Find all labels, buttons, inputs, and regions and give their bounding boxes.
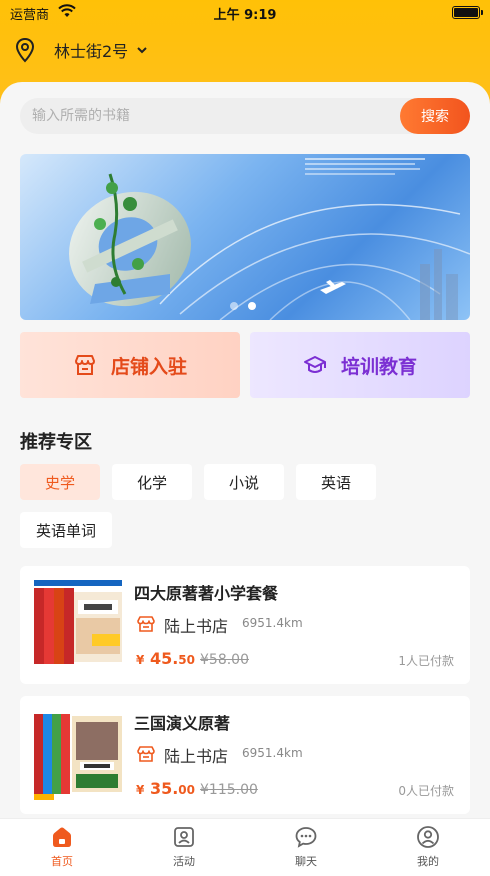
category-chip-history[interactable]: 史学 bbox=[20, 464, 100, 500]
location-selector[interactable]: 林士街2号 bbox=[14, 36, 148, 64]
price-integer: 45. bbox=[149, 649, 179, 668]
banner-image bbox=[69, 158, 470, 320]
price-decimal: 00 bbox=[178, 783, 195, 797]
tab-profile[interactable]: 我的 bbox=[388, 825, 468, 873]
shop-icon bbox=[137, 616, 155, 632]
chat-icon bbox=[295, 827, 317, 848]
training-entry-button[interactable]: 培训教育 bbox=[250, 332, 470, 398]
book-title: 四大原著著小学套餐 bbox=[134, 584, 279, 603]
price-integer: 35. bbox=[149, 779, 179, 798]
tab-profile-label: 我的 bbox=[417, 855, 439, 868]
tab-home-label: 首页 bbox=[51, 855, 73, 868]
graduation-cap-icon bbox=[303, 356, 326, 373]
tab-activity[interactable]: 活动 bbox=[144, 825, 224, 873]
book-card[interactable]: 四大原著著小学套餐 陆上书店 6951.4km ¥ 45.50 ¥58.00 1… bbox=[20, 566, 470, 684]
book-cover-image bbox=[32, 578, 124, 672]
search-button[interactable]: 搜索 bbox=[400, 98, 470, 134]
price-symbol: ¥ bbox=[136, 783, 145, 797]
distance-label: 6951.4km bbox=[242, 746, 303, 760]
original-price: ¥58.00 bbox=[200, 652, 249, 668]
store-icon bbox=[74, 355, 95, 375]
status-time: 上午 9:19 bbox=[213, 8, 277, 23]
search-bar: 搜索 bbox=[20, 98, 470, 134]
banner-dot[interactable] bbox=[230, 302, 238, 310]
store-entry-label: 店铺入驻 bbox=[110, 355, 187, 378]
category-chip-english-words[interactable]: 英语单词 bbox=[20, 512, 112, 548]
tab-activity-label: 活动 bbox=[173, 855, 195, 868]
tab-chat-label: 聊天 bbox=[295, 855, 317, 868]
location-text: 林士街2号 bbox=[54, 42, 129, 61]
home-icon bbox=[53, 827, 71, 847]
battery-icon bbox=[452, 6, 483, 19]
paid-count: 0人已付款 bbox=[398, 784, 454, 798]
shop-name: 陆上书店 bbox=[164, 617, 229, 636]
section-title: 推荐专区 bbox=[20, 432, 92, 453]
original-price: ¥115.00 bbox=[200, 782, 258, 798]
store-entry-button[interactable]: 店铺入驻 bbox=[20, 332, 240, 398]
banner-pagination bbox=[230, 302, 256, 310]
category-chip-novel[interactable]: 小说 bbox=[204, 464, 284, 500]
shop-name: 陆上书店 bbox=[164, 747, 229, 766]
activity-icon bbox=[174, 827, 194, 847]
search-input[interactable] bbox=[20, 98, 390, 134]
price-decimal: 50 bbox=[178, 653, 195, 667]
banner-dot-active[interactable] bbox=[248, 302, 256, 310]
price-symbol: ¥ bbox=[136, 653, 145, 667]
distance-label: 6951.4km bbox=[242, 616, 303, 630]
price: ¥ 45.50 bbox=[136, 649, 195, 668]
status-bar: 运营商 上午 9:19 bbox=[0, 0, 490, 26]
category-chip-chemistry[interactable]: 化学 bbox=[112, 464, 192, 500]
banner-carousel[interactable] bbox=[20, 154, 470, 320]
location-pin-icon bbox=[15, 37, 35, 63]
bottom-tab-bar: 首页 活动 聊天 我的 bbox=[0, 818, 490, 876]
training-entry-label: 培训教育 bbox=[340, 355, 417, 378]
book-cover-image bbox=[32, 708, 124, 802]
book-title: 三国演义原著 bbox=[134, 714, 231, 733]
tab-chat[interactable]: 聊天 bbox=[266, 825, 346, 873]
profile-icon bbox=[417, 826, 439, 848]
book-card[interactable]: 三国演义原著 陆上书店 6951.4km ¥ 35.00 ¥115.00 0人已… bbox=[20, 696, 470, 814]
paid-count: 1人已付款 bbox=[398, 654, 454, 668]
chevron-down-icon bbox=[137, 47, 147, 54]
main-content: 搜索 bbox=[0, 82, 490, 822]
category-chip-english[interactable]: 英语 bbox=[296, 464, 376, 500]
price: ¥ 35.00 bbox=[136, 779, 195, 798]
tab-home[interactable]: 首页 bbox=[22, 825, 102, 873]
shop-icon bbox=[137, 746, 155, 762]
